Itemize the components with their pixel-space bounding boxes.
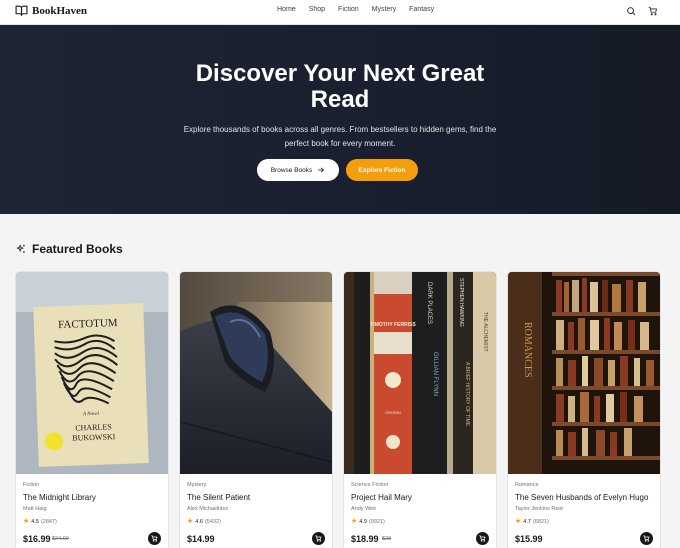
- spine-dark-places: DARK PLACES: [426, 282, 432, 324]
- arrow-right-icon: [318, 167, 325, 173]
- add-to-cart-button[interactable]: [312, 532, 325, 545]
- brand-logo[interactable]: BookHaven: [15, 4, 87, 17]
- cart-icon: [643, 535, 650, 542]
- book-title[interactable]: The Seven Husbands of Evelyn Hugo: [515, 493, 648, 502]
- book-title[interactable]: The Silent Patient: [187, 493, 250, 502]
- book-open-icon: [15, 5, 28, 16]
- book-card[interactable]: TIMOTHY FERRISS CROWN DARK PLACES GILLIA…: [344, 272, 496, 548]
- book-card[interactable]: ROMANCES Romance The Seven Husbands of E…: [508, 272, 660, 548]
- spine-hawking: STEPHEN HAWKING: [458, 278, 464, 327]
- brand-name: BookHaven: [32, 4, 88, 17]
- cart-icon: [151, 535, 158, 542]
- rating-value: 4.6: [195, 518, 203, 525]
- sparkles-icon: [16, 244, 25, 253]
- book-price: $18.99: [351, 534, 379, 544]
- cart-icon[interactable]: [648, 6, 658, 16]
- rating-value: 4.9: [359, 518, 367, 525]
- cover-author-first: CHARLES: [75, 422, 112, 432]
- book-genre: Fiction: [23, 482, 40, 488]
- factotum-cover-illustration: FACTOTUM A Novel CHARLES BUKOWSKI: [16, 272, 168, 474]
- site-header: BookHaven Home Shop Fiction Mystery Fant…: [0, 0, 680, 25]
- add-to-cart-button[interactable]: [148, 532, 161, 545]
- book-genre: Science Fiction: [351, 482, 389, 488]
- book-title[interactable]: The Midnight Library: [23, 493, 96, 502]
- search-icon[interactable]: [626, 6, 636, 16]
- cart-icon: [315, 535, 322, 542]
- book-cover-image[interactable]: TIMOTHY FERRISS CROWN DARK PLACES GILLIA…: [344, 272, 496, 474]
- add-to-cart-button[interactable]: [640, 532, 653, 545]
- featured-section: Featured Books FACTOTUM A Novel CHARLES …: [0, 214, 680, 548]
- cover-author-last: BUKOWSKI: [72, 432, 116, 443]
- featured-heading: Featured Books: [16, 242, 123, 256]
- book-genre: Mystery: [187, 482, 207, 488]
- rating-count: (5432): [204, 518, 221, 525]
- spine-crown: CROWN: [385, 410, 401, 415]
- cart-icon: [479, 535, 486, 542]
- hero-section: Discover Your Next Great Read Explore th…: [0, 25, 680, 214]
- book-card[interactable]: FACTOTUM A Novel CHARLES BUKOWSKI Fictio…: [16, 272, 168, 548]
- library-shelves-photo: ROMANCES: [508, 272, 660, 474]
- browse-books-label: Browse Books: [270, 166, 313, 174]
- rating-count: (6821): [532, 518, 549, 525]
- explore-fiction-label: Explore Fiction: [358, 166, 406, 174]
- book-cover-image[interactable]: FACTOTUM A Novel CHARLES BUKOWSKI: [16, 272, 168, 474]
- star-icon: ★: [23, 518, 30, 525]
- nav-home[interactable]: Home: [277, 6, 296, 13]
- book-cover-image[interactable]: [180, 272, 332, 474]
- book-author: Andy Weir: [351, 506, 377, 512]
- featured-heading-text: Featured Books: [32, 242, 123, 256]
- book-rating: ★ 4.9 (9921): [351, 518, 385, 525]
- explore-fiction-button[interactable]: Explore Fiction: [346, 159, 418, 181]
- nav-mystery[interactable]: Mystery: [372, 6, 397, 13]
- nav-shop[interactable]: Shop: [309, 6, 325, 13]
- spine-history: A BRIEF HISTORY OF TIME: [464, 362, 470, 427]
- book-rating: ★ 4.5 (2847): [23, 518, 57, 525]
- browse-books-button[interactable]: Browse Books: [257, 159, 339, 181]
- spine-ferriss: TIMOTHY FERRISS: [370, 322, 416, 328]
- book-author: Alex Michaelides: [187, 506, 229, 512]
- spine-romances: ROMANCES: [522, 322, 533, 378]
- book-price: $14.99: [187, 534, 215, 544]
- nav-fiction[interactable]: Fiction: [338, 6, 359, 13]
- book-old-price: $24.99: [52, 536, 69, 542]
- star-icon: ★: [515, 518, 522, 525]
- book-rating: ★ 4.7 (6821): [515, 518, 549, 525]
- cover-title-text: FACTOTUM: [58, 317, 118, 331]
- rating-count: (2847): [40, 518, 57, 525]
- main-nav: Home Shop Fiction Mystery Fantasy: [277, 6, 434, 13]
- book-author: Matt Haig: [23, 506, 47, 512]
- spine-alchemist: THE ALCHEMIST: [482, 312, 488, 352]
- rating-value: 4.7: [523, 518, 531, 525]
- add-to-cart-button[interactable]: [476, 532, 489, 545]
- rating-count: (9921): [368, 518, 385, 525]
- cover-subtitle-text: A Novel: [82, 412, 100, 418]
- book-cover-image[interactable]: ROMANCES: [508, 272, 660, 474]
- car-mirror-photo: [180, 272, 332, 474]
- book-card[interactable]: Mystery The Silent Patient Alex Michaeli…: [180, 272, 332, 548]
- book-genre: Romance: [515, 482, 539, 488]
- hero-title: Discover Your Next Great Read: [195, 60, 485, 113]
- book-title[interactable]: Project Hail Mary: [351, 493, 412, 502]
- nav-fantasy[interactable]: Fantasy: [409, 6, 434, 13]
- star-icon: ★: [351, 518, 358, 525]
- book-old-price: $28: [382, 536, 392, 542]
- book-rating: ★ 4.6 (5432): [187, 518, 221, 525]
- book-price: $16.99: [23, 534, 51, 544]
- star-icon: ★: [187, 518, 194, 525]
- book-spines-photo: TIMOTHY FERRISS CROWN DARK PLACES GILLIA…: [344, 272, 496, 474]
- book-author: Taylor Jenkins Reid: [515, 506, 563, 512]
- hero-subtitle: Explore thousands of books across all ge…: [183, 125, 497, 148]
- book-price: $15.99: [515, 534, 543, 544]
- spine-flynn: GILLIAN FLYNN: [432, 352, 438, 396]
- rating-value: 4.5: [31, 518, 39, 525]
